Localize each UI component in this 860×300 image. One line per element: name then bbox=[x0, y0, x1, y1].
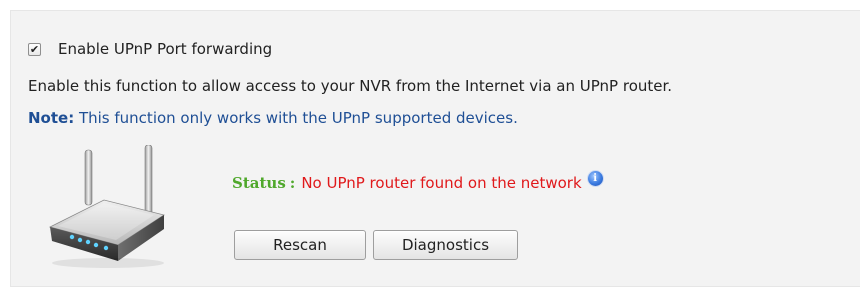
wireless-router-icon bbox=[44, 144, 174, 270]
info-glyph: i bbox=[593, 172, 598, 184]
upnp-note: Note: This function only works with the … bbox=[28, 109, 518, 127]
info-icon[interactable]: i bbox=[587, 170, 603, 186]
note-text: This function only works with the UPnP s… bbox=[74, 109, 518, 127]
enable-upnp-checkbox[interactable]: ✔ bbox=[28, 42, 41, 56]
enable-upnp-label[interactable]: Enable UPnP Port forwarding bbox=[58, 40, 272, 58]
status-value: No UPnP router found on the network bbox=[301, 174, 582, 192]
diagnostics-button[interactable]: Diagnostics bbox=[373, 230, 518, 260]
rescan-button[interactable]: Rescan bbox=[234, 230, 366, 260]
enable-upnp-row[interactable]: ✔ Enable UPnP Port forwarding bbox=[28, 40, 272, 58]
status-label: Status bbox=[232, 174, 286, 192]
note-label: Note: bbox=[28, 109, 75, 127]
checkmark-icon: ✔ bbox=[29, 42, 40, 56]
upnp-status: Status : No UPnP router found on the net… bbox=[232, 170, 603, 192]
status-colon: : bbox=[289, 174, 296, 192]
upnp-description: Enable this function to allow access to … bbox=[28, 77, 673, 95]
